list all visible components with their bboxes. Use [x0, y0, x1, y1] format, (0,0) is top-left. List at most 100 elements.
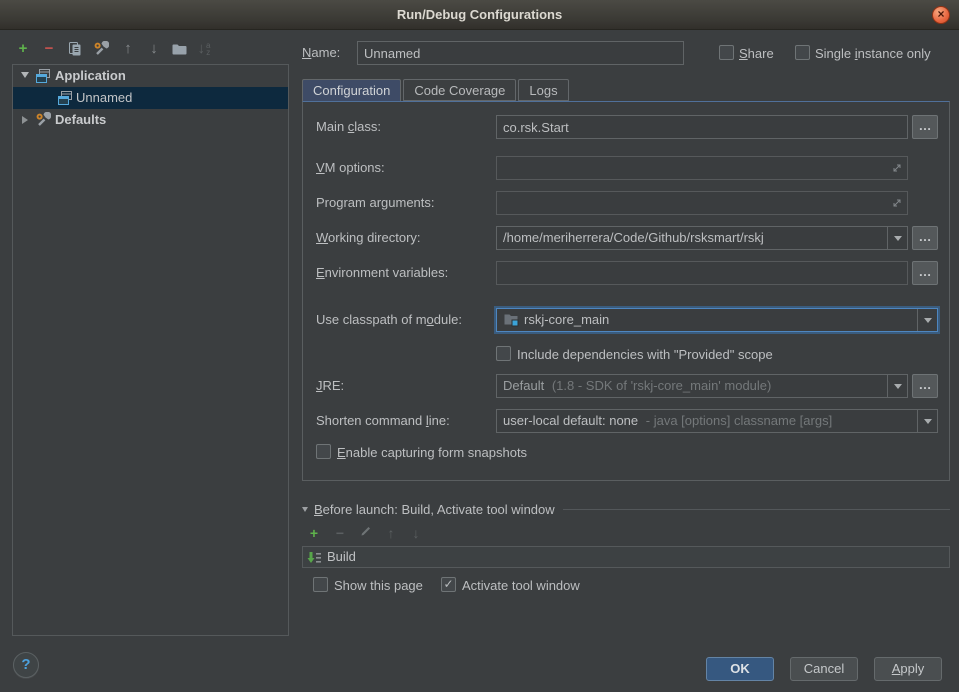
program-arguments-input[interactable] — [496, 191, 908, 215]
defaults-wrench-icon — [35, 112, 51, 135]
classpath-module-combo[interactable]: rskj-core_main — [496, 308, 938, 332]
before-launch-title: Before launch: Build, Activate tool wind… — [314, 502, 555, 517]
run-debug-configurations-dialog: Run/Debug Configurations × + − ↑ ↓ ↓az A… — [0, 0, 959, 692]
sort-configurations-button[interactable]: ↓az — [193, 38, 215, 60]
main-class-input[interactable] — [496, 115, 908, 139]
tree-item-label: Unnamed — [76, 87, 132, 109]
vm-options-input[interactable] — [496, 156, 908, 180]
dropdown-arrow-icon[interactable] — [917, 309, 937, 331]
working-directory-label: Working directory: — [316, 226, 421, 250]
create-folder-button[interactable] — [168, 38, 190, 60]
wrench-icon — [93, 41, 109, 57]
tree-item-label: Application — [55, 65, 126, 87]
tree-item-application[interactable]: Application — [13, 65, 288, 87]
tree-item-unnamed[interactable]: Unnamed — [13, 87, 288, 109]
tab-code-coverage[interactable]: Code Coverage — [403, 79, 516, 101]
check-icon: ✓ — [443, 577, 453, 591]
configuration-tab-panel: Main class: … VM options: Program argume… — [302, 101, 950, 481]
before-launch-section-header[interactable]: Before launch: Build, Activate tool wind… — [302, 501, 950, 517]
cancel-button[interactable]: Cancel — [790, 657, 858, 681]
copy-icon — [67, 41, 83, 57]
main-class-label: Main class: — [316, 115, 381, 139]
help-button[interactable]: ? — [13, 652, 39, 678]
help-icon: ? — [21, 656, 30, 673]
before-launch-task-label: Build — [327, 547, 356, 567]
classpath-module-value: rskj-core_main — [524, 312, 609, 327]
form-snapshots-label: Enable capturing form snapshots — [337, 444, 527, 461]
dropdown-arrow-icon[interactable] — [917, 410, 937, 432]
environment-variables-input[interactable] — [496, 261, 908, 285]
ellipsis-icon: … — [919, 229, 932, 244]
build-icon — [307, 550, 323, 572]
activate-tool-window-checkbox[interactable]: ✓ — [441, 577, 456, 592]
title-bar: Run/Debug Configurations × — [0, 0, 959, 30]
main-class-browse-button[interactable]: … — [912, 115, 938, 139]
include-provided-label: Include dependencies with "Provided" sco… — [517, 346, 773, 363]
jre-value: Default — [503, 378, 544, 393]
jre-browse-button[interactable]: … — [912, 374, 938, 398]
expand-field-icon[interactable] — [891, 197, 903, 212]
module-icon — [503, 311, 519, 332]
show-this-page-label: Show this page — [334, 577, 423, 594]
shorten-value-detail: - java [options] classname [args] — [646, 413, 832, 428]
before-launch-move-up-button[interactable]: ↑ — [381, 524, 401, 542]
collapsed-twisty-icon[interactable] — [22, 116, 28, 124]
close-button[interactable]: × — [932, 6, 950, 24]
dialog-title: Run/Debug Configurations — [0, 0, 959, 30]
move-up-button[interactable]: ↑ — [117, 38, 139, 60]
tab-configuration[interactable]: Configuration — [302, 79, 401, 102]
ok-button[interactable]: OK — [706, 657, 774, 681]
tree-item-defaults[interactable]: Defaults — [13, 109, 288, 131]
single-instance-label: Single instance only — [815, 45, 931, 62]
dropdown-arrow-icon[interactable] — [887, 375, 907, 397]
expanded-twisty-icon[interactable] — [21, 72, 29, 78]
remove-configuration-button[interactable]: − — [38, 38, 60, 60]
plus-icon: + — [310, 525, 318, 541]
edit-defaults-button[interactable] — [90, 38, 112, 60]
arrow-down-icon: ↓ — [413, 525, 420, 541]
share-checkbox[interactable] — [719, 45, 734, 60]
before-launch-edit-button[interactable] — [356, 524, 376, 542]
shorten-command-line-label: Shorten command line: — [316, 409, 450, 433]
shorten-command-line-combo[interactable]: user-local default: none - java [options… — [496, 409, 938, 433]
section-collapse-icon[interactable] — [302, 507, 308, 512]
add-configuration-button[interactable]: + — [12, 38, 34, 60]
working-directory-browse-button[interactable]: … — [912, 226, 938, 250]
before-launch-remove-button[interactable]: − — [330, 524, 350, 542]
pencil-icon — [359, 524, 373, 538]
move-down-button[interactable]: ↓ — [143, 38, 165, 60]
expand-field-icon[interactable] — [891, 162, 903, 177]
environment-variables-browse-button[interactable]: … — [912, 261, 938, 285]
working-directory-combo[interactable]: /home/meriherrera/Code/Github/rsksmart/r… — [496, 226, 908, 250]
arrow-up-icon: ↑ — [388, 525, 395, 541]
section-divider — [563, 509, 950, 510]
jre-label: JRE: — [316, 374, 344, 398]
vm-options-label: VM options: — [316, 156, 385, 180]
close-icon: × — [937, 7, 944, 21]
tab-logs[interactable]: Logs — [518, 79, 568, 101]
apply-button[interactable]: Apply — [874, 657, 942, 681]
form-snapshots-checkbox[interactable] — [316, 444, 331, 459]
tree-item-label: Defaults — [55, 109, 106, 131]
copy-configuration-button[interactable] — [64, 38, 86, 60]
jre-value-detail: (1.8 - SDK of 'rskj-core_main' module) — [552, 378, 772, 393]
include-provided-checkbox[interactable] — [496, 346, 511, 361]
arrow-up-icon: ↑ — [124, 40, 132, 57]
configurations-tree: Application Unnamed Defaults — [12, 64, 289, 636]
before-launch-task-row[interactable]: Build — [302, 546, 950, 568]
shorten-value: user-local default: none — [503, 413, 638, 428]
environment-variables-label: Environment variables: — [316, 261, 448, 285]
ellipsis-icon: … — [919, 377, 932, 392]
show-this-page-checkbox[interactable] — [313, 577, 328, 592]
jre-combo[interactable]: Default (1.8 - SDK of 'rskj-core_main' m… — [496, 374, 908, 398]
tab-strip: Configuration Code Coverage Logs — [302, 79, 571, 102]
dropdown-arrow-icon[interactable] — [887, 227, 907, 249]
name-input[interactable] — [357, 41, 684, 65]
share-checkbox-label: Share — [739, 45, 774, 62]
before-launch-move-down-button[interactable]: ↓ — [406, 524, 426, 542]
before-launch-add-button[interactable]: + — [304, 524, 324, 542]
minus-icon: − — [45, 40, 54, 57]
single-instance-checkbox[interactable] — [795, 45, 810, 60]
working-directory-value: /home/meriherrera/Code/Github/rsksmart/r… — [503, 230, 764, 245]
classpath-module-label: Use classpath of module: — [316, 308, 462, 332]
